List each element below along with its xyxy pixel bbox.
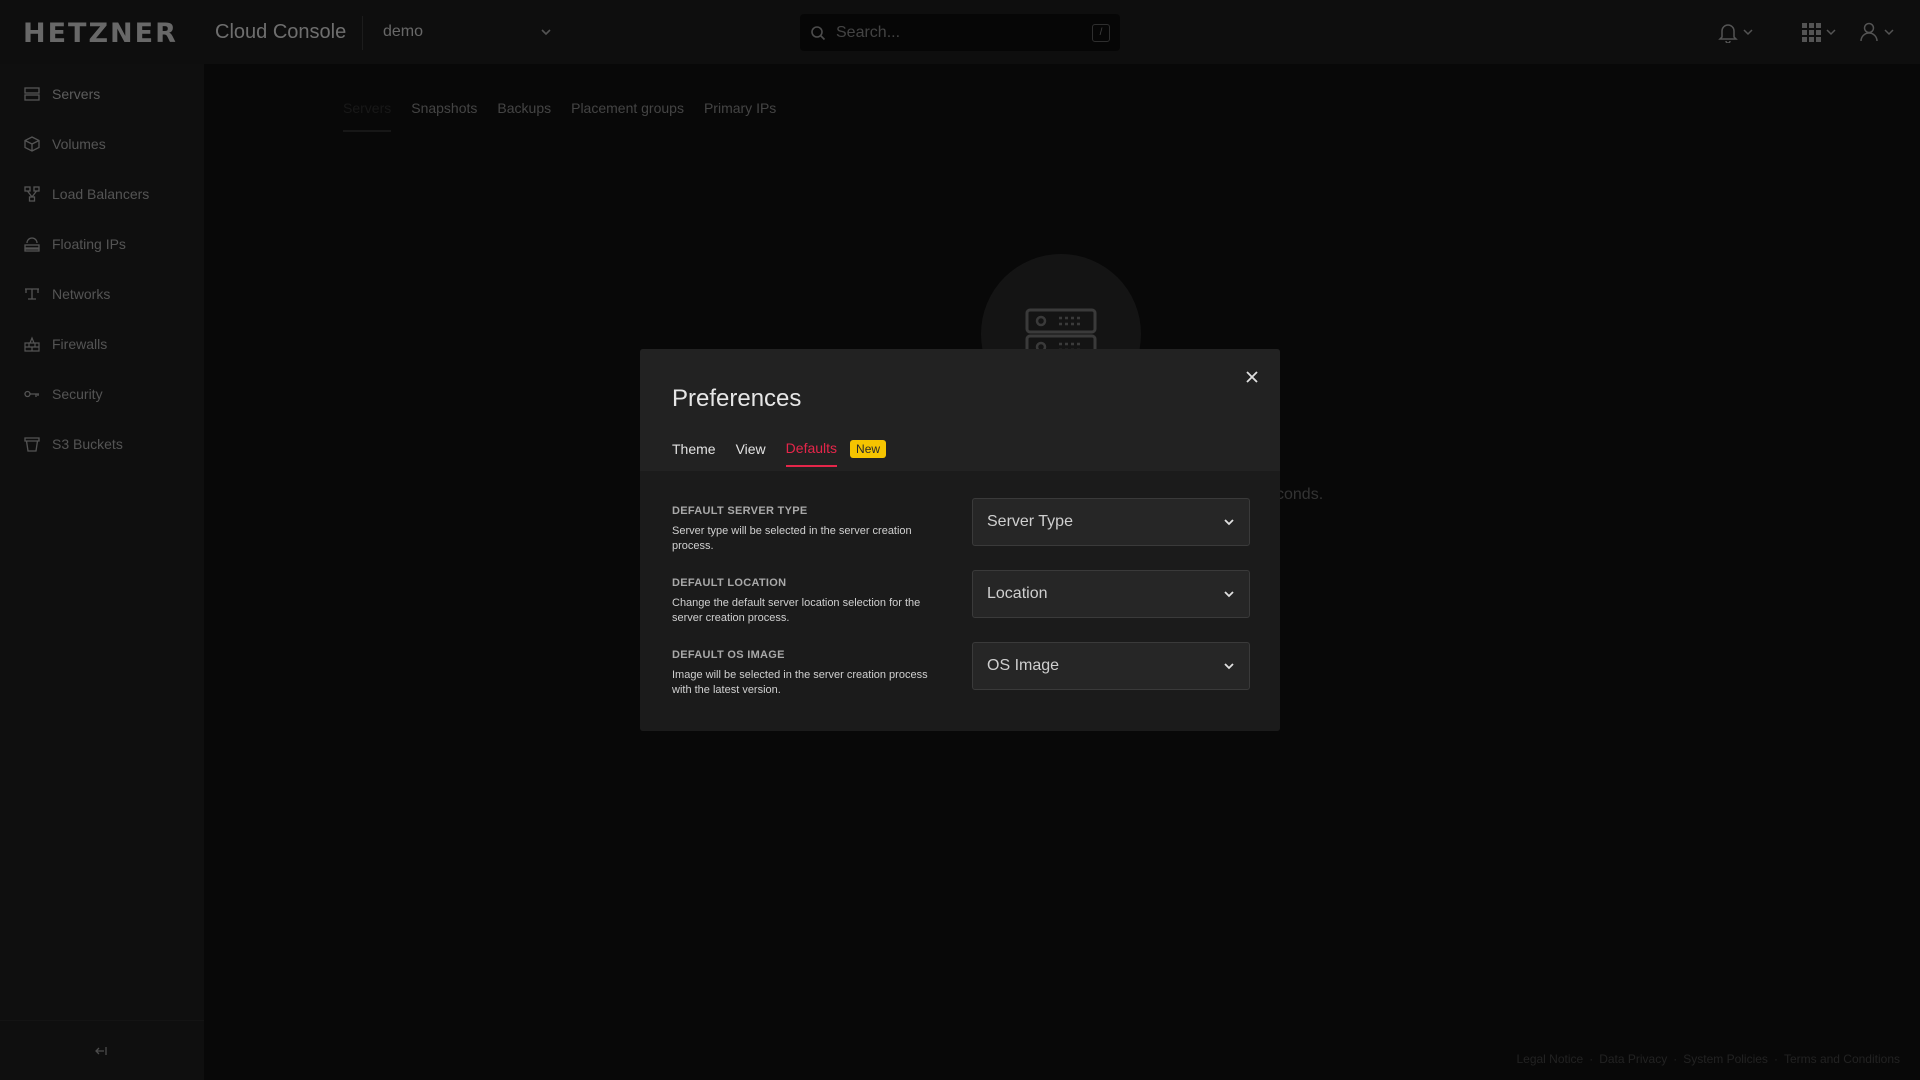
tab-view[interactable]: View: [736, 441, 766, 466]
server-type-select[interactable]: Server Type: [972, 498, 1250, 546]
pref-description: Server type will be selected in the serv…: [672, 525, 912, 552]
select-value: OS Image: [987, 657, 1060, 674]
close-icon: [1246, 371, 1258, 383]
tab-defaults[interactable]: Defaults: [785, 440, 838, 467]
close-button[interactable]: [1240, 365, 1264, 389]
modal-body: DEFAULT SERVER TYPE Server type will be …: [640, 471, 1280, 731]
chevron-down-icon: [1224, 663, 1234, 670]
chevron-down-icon: [1224, 519, 1234, 526]
pref-label: DEFAULT LOCATION: [672, 577, 787, 589]
preferences-tabs: Theme View Defaults New: [672, 440, 887, 467]
select-value: Server Type: [987, 513, 1073, 530]
select-value: Location: [987, 585, 1048, 602]
default-location-row: DEFAULT LOCATION Change the default serv…: [672, 570, 1250, 637]
default-server-type-row: DEFAULT SERVER TYPE Server type will be …: [672, 498, 1250, 565]
modal-title: Preferences: [672, 385, 802, 412]
os-image-select[interactable]: OS Image: [972, 642, 1250, 690]
preferences-modal: Preferences Theme View Defaults New DEFA…: [640, 349, 1280, 731]
location-select[interactable]: Location: [972, 570, 1250, 618]
default-os-image-row: DEFAULT OS IMAGE Image will be selected …: [672, 642, 1250, 709]
tab-theme[interactable]: Theme: [672, 441, 716, 466]
pref-label: DEFAULT OS IMAGE: [672, 649, 785, 661]
chevron-down-icon: [1224, 591, 1234, 598]
pref-label: DEFAULT SERVER TYPE: [672, 505, 808, 517]
pref-description: Image will be selected in the server cre…: [672, 669, 928, 696]
new-badge: New: [850, 440, 887, 458]
modal-header: Preferences Theme View Defaults New: [640, 349, 1280, 471]
pref-description: Change the default server location selec…: [672, 597, 921, 624]
